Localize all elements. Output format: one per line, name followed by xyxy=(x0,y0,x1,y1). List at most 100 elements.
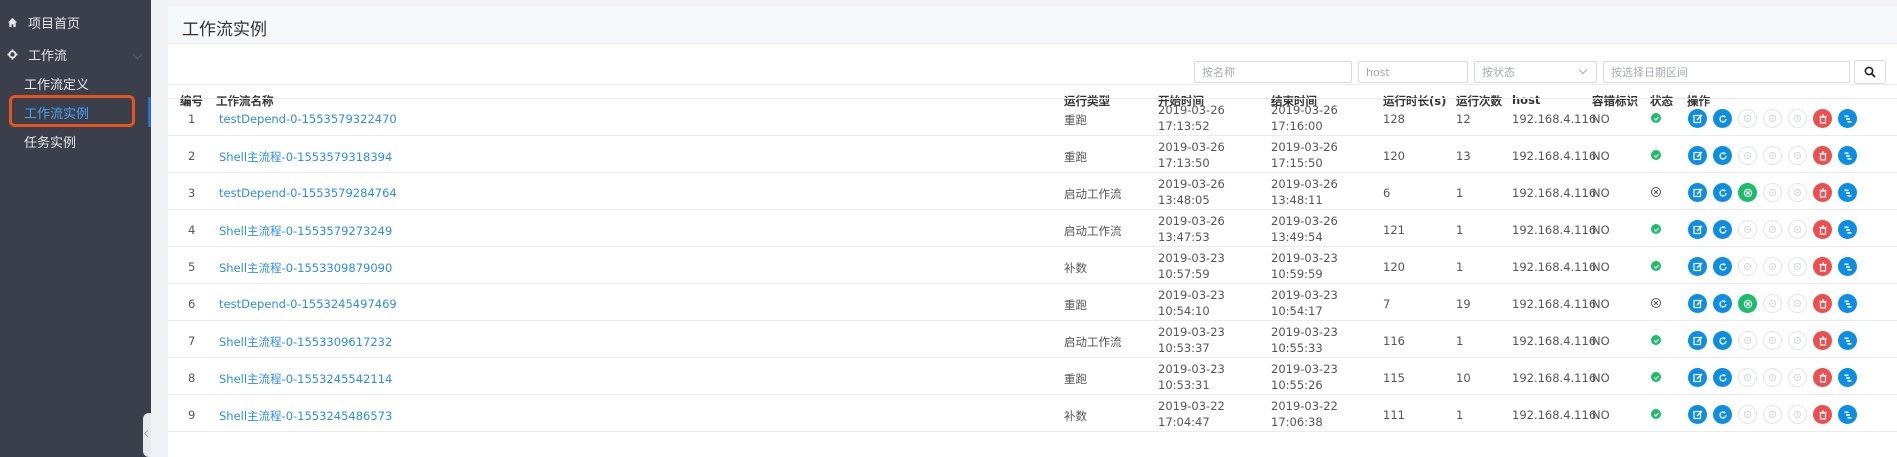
edit-button[interactable] xyxy=(1688,146,1707,165)
delete-button[interactable] xyxy=(1813,109,1832,128)
sidebar-item-task-instance[interactable]: 任务实例 xyxy=(0,128,151,154)
edit-icon xyxy=(1692,262,1703,272)
edit-button[interactable] xyxy=(1688,368,1707,387)
gantt-view-button[interactable] xyxy=(1838,183,1857,202)
gantt-view-button[interactable] xyxy=(1838,257,1857,276)
duration: 7 xyxy=(1383,297,1391,311)
refresh-icon xyxy=(1718,299,1728,309)
host: 192.168.4.116 xyxy=(1512,371,1597,385)
rerun-button[interactable] xyxy=(1713,220,1732,239)
host-search-input[interactable]: host xyxy=(1358,61,1468,83)
refresh-icon xyxy=(1718,373,1728,383)
duration: 111 xyxy=(1383,408,1405,422)
host: 192.168.4.116 xyxy=(1512,334,1597,348)
run-count: 1 xyxy=(1456,260,1464,274)
delete-button[interactable] xyxy=(1813,294,1832,313)
chevron-down-icon xyxy=(1578,65,1588,75)
delete-button[interactable] xyxy=(1813,220,1832,239)
pause-icon xyxy=(1768,188,1777,197)
trash-icon xyxy=(1818,113,1828,124)
end-date: 2019-03-23 xyxy=(1271,362,1338,376)
rerun-button[interactable] xyxy=(1713,331,1732,350)
end-date: 2019-03-23 xyxy=(1271,288,1338,302)
workflow-name-link[interactable]: Shell主流程-0-1553579273249 xyxy=(219,223,392,239)
run-type: 重跑 xyxy=(1064,113,1087,127)
gantt-view-button[interactable] xyxy=(1838,109,1857,128)
edit-button[interactable] xyxy=(1688,257,1707,276)
edit-button[interactable] xyxy=(1688,220,1707,239)
sidebar-item-project-home[interactable]: 项目首页 xyxy=(0,10,151,34)
gantt-view-button[interactable] xyxy=(1838,331,1857,350)
disabled-action-button xyxy=(1788,368,1807,387)
recover-failed-button[interactable] xyxy=(1738,294,1757,313)
edit-button[interactable] xyxy=(1688,331,1707,350)
workflow-name-link[interactable]: testDepend-0-1553579284764 xyxy=(219,186,397,200)
workflow-name-link[interactable]: Shell主流程-0-1553579318394 xyxy=(219,149,392,165)
start-date: 2019-03-23 xyxy=(1158,362,1225,376)
sidebar-item-workflow-definition[interactable]: 工作流定义 xyxy=(0,70,151,96)
rerun-button[interactable] xyxy=(1713,405,1732,424)
sidebar-collapse-handle[interactable] xyxy=(143,413,151,457)
gantt-view-button[interactable] xyxy=(1838,368,1857,387)
status-select[interactable]: 按状态 xyxy=(1474,61,1597,83)
edit-button[interactable] xyxy=(1688,294,1707,313)
refresh-icon xyxy=(1718,262,1728,272)
pause-icon xyxy=(1768,114,1777,123)
workflow-name-link[interactable]: Shell主流程-0-1553309617232 xyxy=(219,334,392,350)
gantt-view-button[interactable] xyxy=(1838,220,1857,239)
rerun-button[interactable] xyxy=(1713,109,1732,128)
edit-button[interactable] xyxy=(1688,405,1707,424)
delete-button[interactable] xyxy=(1813,368,1832,387)
delete-button[interactable] xyxy=(1813,146,1832,165)
gantt-view-button[interactable] xyxy=(1838,294,1857,313)
edit-button[interactable] xyxy=(1688,109,1707,128)
delete-button[interactable] xyxy=(1813,405,1832,424)
row-id: 3 xyxy=(188,186,196,200)
edit-button[interactable] xyxy=(1688,183,1707,202)
end-date: 2019-03-26 xyxy=(1271,177,1338,191)
disabled-action-button xyxy=(1788,183,1807,202)
placeholder-text: host xyxy=(1366,65,1390,79)
pause-icon xyxy=(1768,373,1777,382)
delete-button[interactable] xyxy=(1813,183,1832,202)
run-type: 补数 xyxy=(1064,261,1087,275)
pause-icon xyxy=(1793,410,1802,419)
end-time: 2019-03-23 10:55:26 xyxy=(1271,361,1338,393)
date-range-picker[interactable]: 按选择日期区间 xyxy=(1603,61,1850,83)
disabled-action-button xyxy=(1738,405,1757,424)
status-success-icon xyxy=(1651,372,1661,382)
start-time: 2019-03-23 10:54:10 xyxy=(1158,287,1225,319)
rerun-button[interactable] xyxy=(1713,368,1732,387)
name-search-input[interactable]: 按名称 xyxy=(1194,61,1352,83)
workflow-name-link[interactable]: testDepend-0-1553579322470 xyxy=(219,112,397,126)
divider xyxy=(168,84,1897,85)
recover-failed-button[interactable] xyxy=(1738,183,1757,202)
delete-button[interactable] xyxy=(1813,257,1832,276)
workflow-name-link[interactable]: Shell主流程-0-1553309879090 xyxy=(219,260,392,276)
search-button[interactable] xyxy=(1854,60,1886,84)
workflow-name-link[interactable]: Shell主流程-0-1553245486573 xyxy=(219,408,392,424)
end-time: 2019-03-23 10:55:33 xyxy=(1271,324,1338,356)
table-row: 2 Shell主流程-0-1553579318394 重跑 2019-03-26 17:… xyxy=(168,137,1897,174)
disabled-action-button xyxy=(1788,146,1807,165)
rerun-button[interactable] xyxy=(1713,257,1732,276)
workflow-name-link[interactable]: Shell主流程-0-1553245542114 xyxy=(219,371,392,387)
disabled-action-button xyxy=(1763,331,1782,350)
workflow-name-link[interactable]: testDepend-0-1553245497469 xyxy=(219,297,397,311)
chevron-down-icon xyxy=(132,49,143,60)
host: 192.168.4.116 xyxy=(1512,408,1597,422)
sidebar-item-workflow[interactable]: 工作流 xyxy=(0,42,151,66)
start-date: 2019-03-26 xyxy=(1158,177,1225,191)
gantt-view-button[interactable] xyxy=(1838,146,1857,165)
delete-button[interactable] xyxy=(1813,331,1832,350)
rerun-button[interactable] xyxy=(1713,294,1732,313)
rerun-button[interactable] xyxy=(1713,183,1732,202)
start-time: 2019-03-23 10:53:31 xyxy=(1158,361,1225,393)
row-divider xyxy=(168,98,1897,99)
end-clock: 10:59:59 xyxy=(1271,267,1323,281)
rerun-button[interactable] xyxy=(1713,146,1732,165)
disabled-action-button xyxy=(1738,368,1757,387)
gantt-icon xyxy=(1843,299,1853,309)
gantt-view-button[interactable] xyxy=(1838,405,1857,424)
trash-icon xyxy=(1818,261,1828,272)
